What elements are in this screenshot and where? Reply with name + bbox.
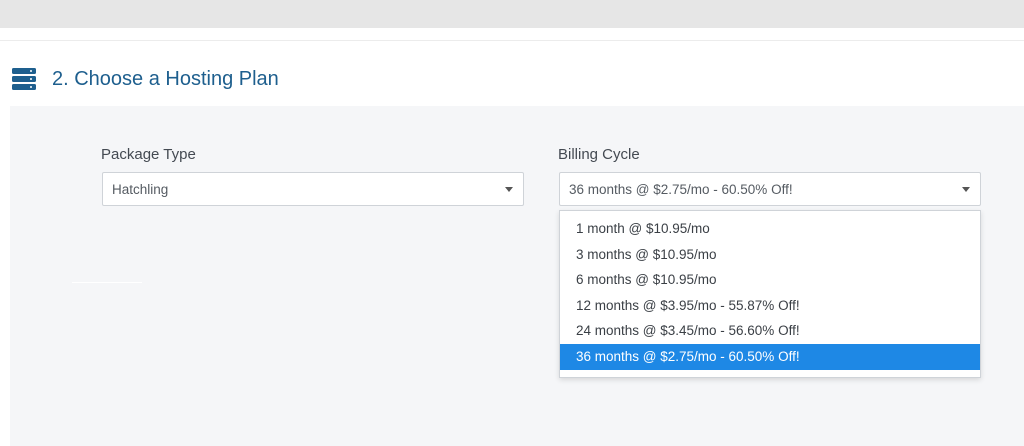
chevron-down-icon xyxy=(962,187,970,192)
billing-option-24-months[interactable]: 24 months @ $3.45/mo - 56.60% Off! xyxy=(560,318,980,344)
billing-option-6-months[interactable]: 6 months @ $10.95/mo xyxy=(560,267,980,293)
divider xyxy=(72,282,142,283)
billing-option-1-month[interactable]: 1 month @ $10.95/mo xyxy=(560,216,980,242)
chevron-down-icon xyxy=(505,187,513,192)
billing-option-3-months[interactable]: 3 months @ $10.95/mo xyxy=(560,242,980,268)
package-type-label: Package Type xyxy=(101,146,196,163)
billing-cycle-select[interactable]: 36 months @ $2.75/mo - 60.50% Off! xyxy=(559,172,981,206)
billing-cycle-label: Billing Cycle xyxy=(558,146,640,163)
billing-cycle-dropdown: 1 month @ $10.95/mo 3 months @ $10.95/mo… xyxy=(559,210,981,378)
billing-option-36-months[interactable]: 36 months @ $2.75/mo - 60.50% Off! xyxy=(560,343,980,370)
top-bar xyxy=(0,0,1024,28)
billing-cycle-value: 36 months @ $2.75/mo - 60.50% Off! xyxy=(569,182,793,197)
package-type-select[interactable]: Hatchling xyxy=(102,172,524,206)
section-title: 2. Choose a Hosting Plan xyxy=(52,68,279,90)
package-type-value: Hatchling xyxy=(112,182,169,197)
billing-option-12-months[interactable]: 12 months @ $3.95/mo - 55.87% Off! xyxy=(560,293,980,319)
server-stack-icon xyxy=(12,68,36,90)
